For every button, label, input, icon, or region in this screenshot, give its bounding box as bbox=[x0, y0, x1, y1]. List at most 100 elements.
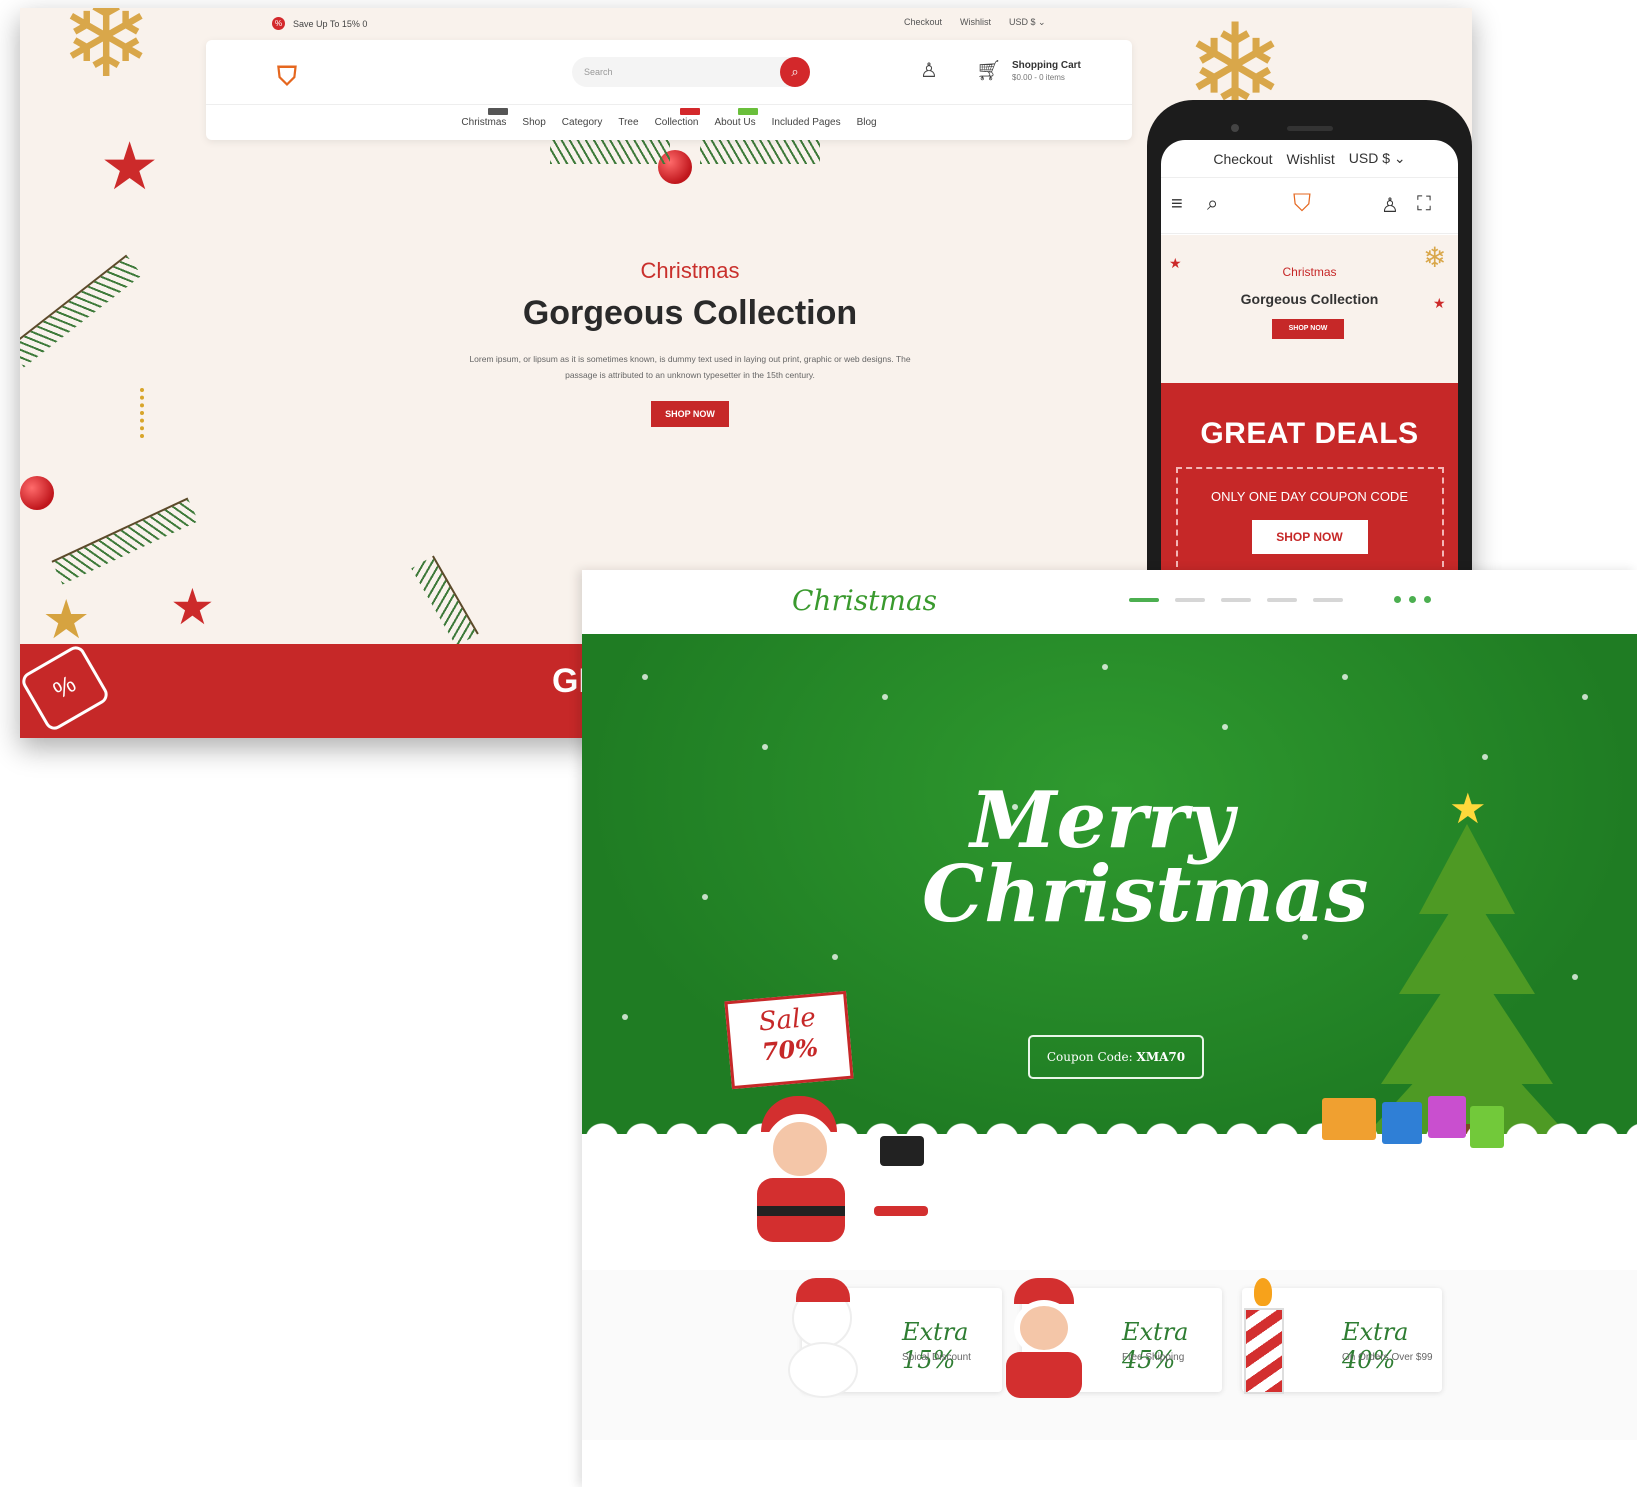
nav-label: Shop bbox=[522, 117, 546, 128]
cart-title: Shopping Cart bbox=[1012, 60, 1081, 71]
promo-banner[interactable]: % Save Up To 15% 0 bbox=[272, 17, 367, 30]
currency-select[interactable]: USD $ ⌄ bbox=[1009, 17, 1046, 28]
snowflake-icon: ❄ bbox=[60, 8, 153, 100]
coupon-code-box[interactable]: Coupon Code: XMA70 bbox=[1028, 1035, 1204, 1079]
sale-sign: Sale 70% bbox=[724, 990, 854, 1090]
nav-label: About Us bbox=[714, 117, 756, 128]
search-icon[interactable]: ⌕ bbox=[780, 57, 810, 87]
nav-item[interactable] bbox=[1221, 598, 1251, 602]
checkout-link[interactable]: Checkout bbox=[904, 17, 942, 28]
wishlist-link[interactable]: Wishlist bbox=[960, 17, 991, 28]
nav-item-christmas[interactable]: Christmas bbox=[461, 108, 509, 128]
santa-icon bbox=[747, 1096, 851, 1264]
wishlist-link[interactable]: Wishlist bbox=[1287, 151, 1335, 167]
nav-item-about-us[interactable]: About Us bbox=[714, 108, 758, 128]
pine-branch-icon bbox=[550, 138, 670, 164]
nav-label: Christmas bbox=[461, 117, 507, 128]
santa-belt bbox=[757, 1206, 845, 1216]
showcase-stage: % Save Up To 15% 0 Checkout Wishlist USD… bbox=[0, 0, 1637, 1487]
nav-item[interactable] bbox=[1313, 598, 1343, 602]
snow-dot bbox=[622, 1014, 628, 1020]
search-placeholder: Search bbox=[584, 67, 613, 77]
shop-now-button[interactable]: SHOP NOW bbox=[651, 401, 729, 427]
magento-logo-icon[interactable]: ⛉ bbox=[270, 60, 304, 94]
santa-head bbox=[765, 1114, 835, 1184]
star-icon: ★ bbox=[170, 579, 215, 635]
nav-label: Included Pages bbox=[771, 117, 841, 128]
gift-icon bbox=[1382, 1102, 1422, 1144]
cart-icon[interactable]: 🛒︎ bbox=[976, 58, 1001, 83]
snow-dot bbox=[1572, 974, 1578, 980]
magento-logo-icon[interactable]: ⛉ bbox=[1293, 190, 1311, 218]
nav-item-shop[interactable]: Shop bbox=[522, 117, 545, 128]
green-site-header: Christmas bbox=[582, 570, 1637, 634]
offer-title: Extra 40% bbox=[1342, 1318, 1409, 1374]
deals-shop-now-button[interactable]: SHOP NOW bbox=[1251, 520, 1368, 554]
snow-dot bbox=[642, 674, 648, 680]
deals-title: GREAT DEALS bbox=[1200, 417, 1419, 450]
nav-item-category[interactable]: Category bbox=[562, 117, 603, 128]
user-icon[interactable] bbox=[1424, 596, 1431, 603]
nav-label: Category bbox=[561, 117, 603, 128]
cart-summary[interactable]: Shopping Cart $0.00 - 0 items bbox=[1012, 60, 1081, 82]
nav-label: Tree bbox=[618, 117, 639, 128]
user-icon[interactable]: ♙ bbox=[920, 58, 938, 83]
search-icon[interactable] bbox=[1394, 596, 1401, 603]
snow-dot bbox=[1342, 674, 1348, 680]
discount-tag-icon: % bbox=[20, 642, 112, 734]
search-input[interactable]: Search ⌕ bbox=[572, 57, 810, 87]
snow-dot bbox=[1482, 754, 1488, 760]
nav-item-home[interactable] bbox=[1129, 598, 1159, 602]
nav-item-tree[interactable]: Tree bbox=[618, 117, 638, 128]
nav-item[interactable] bbox=[1267, 598, 1297, 602]
phone-mockup: Checkout Wishlist USD $ ⌄ ≡ ⌕ ⛉ ♙ ⛶ ★ ★ … bbox=[1147, 100, 1472, 620]
phone-camera bbox=[1231, 124, 1239, 132]
christmas-logo[interactable]: Christmas bbox=[792, 584, 937, 617]
snowman-scarf bbox=[874, 1206, 928, 1216]
bag-icon[interactable]: ⛶ bbox=[1417, 193, 1431, 216]
currency-select[interactable]: USD $ ⌄ bbox=[1349, 150, 1406, 167]
offer-card[interactable]: Extra 15% Spical Discount bbox=[788, 1278, 1002, 1398]
green-site-nav bbox=[1129, 598, 1343, 602]
offer-title: Extra 45% bbox=[1122, 1318, 1189, 1374]
coupon-text: ONLY ONE DAY COUPON CODE bbox=[1211, 489, 1408, 504]
phone-hero-kicker: Christmas bbox=[1282, 265, 1337, 279]
nav-item-blog[interactable]: Blog bbox=[857, 117, 877, 128]
phone-hero-title: Gorgeous Collection bbox=[1240, 291, 1379, 307]
desktop-hero: Christmas Gorgeous Collection Lorem ipsu… bbox=[440, 258, 940, 427]
nav-item[interactable] bbox=[1175, 598, 1205, 602]
cart-icon[interactable] bbox=[1409, 596, 1416, 603]
nav-label: Blog bbox=[856, 117, 877, 128]
star-icon: ★ bbox=[42, 590, 91, 650]
user-icon[interactable]: ♙ bbox=[1381, 193, 1399, 218]
offer-card[interactable]: Extra 45% Free Shipping bbox=[1006, 1278, 1222, 1398]
coupon-code: XMA70 bbox=[1136, 1050, 1186, 1064]
gift-icon bbox=[1322, 1098, 1376, 1140]
menu-icon[interactable]: ≡ bbox=[1171, 193, 1183, 216]
offer-subtitle: Free Shipping bbox=[1122, 1352, 1185, 1363]
pine-branch-icon bbox=[20, 254, 143, 368]
santa-icon bbox=[1002, 1278, 1086, 1398]
merry-christmas-title: Merry Christmas bbox=[922, 775, 1369, 941]
phone-hero: ★ ★ ❄ Christmas Gorgeous Collection SHOP… bbox=[1161, 235, 1458, 383]
search-icon[interactable]: ⌕ bbox=[1207, 193, 1218, 216]
ribbon-icon bbox=[140, 388, 164, 438]
nav-badge bbox=[680, 108, 701, 115]
offer-subtitle: Spical Discount bbox=[902, 1352, 971, 1363]
coupon-label: Coupon Code: bbox=[1046, 1050, 1137, 1064]
offer-card[interactable]: Extra 40% On Orders Over $99 bbox=[1242, 1278, 1442, 1394]
offers-row: Extra 15% Spical Discount Extra 45% Free… bbox=[582, 1270, 1637, 1440]
pine-branch-icon bbox=[51, 497, 199, 585]
offer-subtitle: On Orders Over $99 bbox=[1342, 1352, 1433, 1363]
phone-shop-now-button[interactable]: SHOP NOW bbox=[1272, 319, 1344, 339]
nav-item-collection[interactable]: Collection bbox=[655, 108, 701, 128]
green-site-mockup: Christmas Merry Christmas Coupon Code: X… bbox=[582, 570, 1637, 1487]
snow-dot bbox=[762, 744, 768, 750]
pine-branch-icon bbox=[700, 138, 820, 164]
header-icons bbox=[1394, 596, 1431, 603]
snow-dot bbox=[1102, 664, 1108, 670]
hero-kicker: Christmas bbox=[640, 258, 740, 283]
phone-top-links: Checkout Wishlist USD $ ⌄ bbox=[1161, 140, 1458, 178]
nav-item-included-pages[interactable]: Included Pages bbox=[772, 117, 841, 128]
checkout-link[interactable]: Checkout bbox=[1213, 151, 1272, 167]
